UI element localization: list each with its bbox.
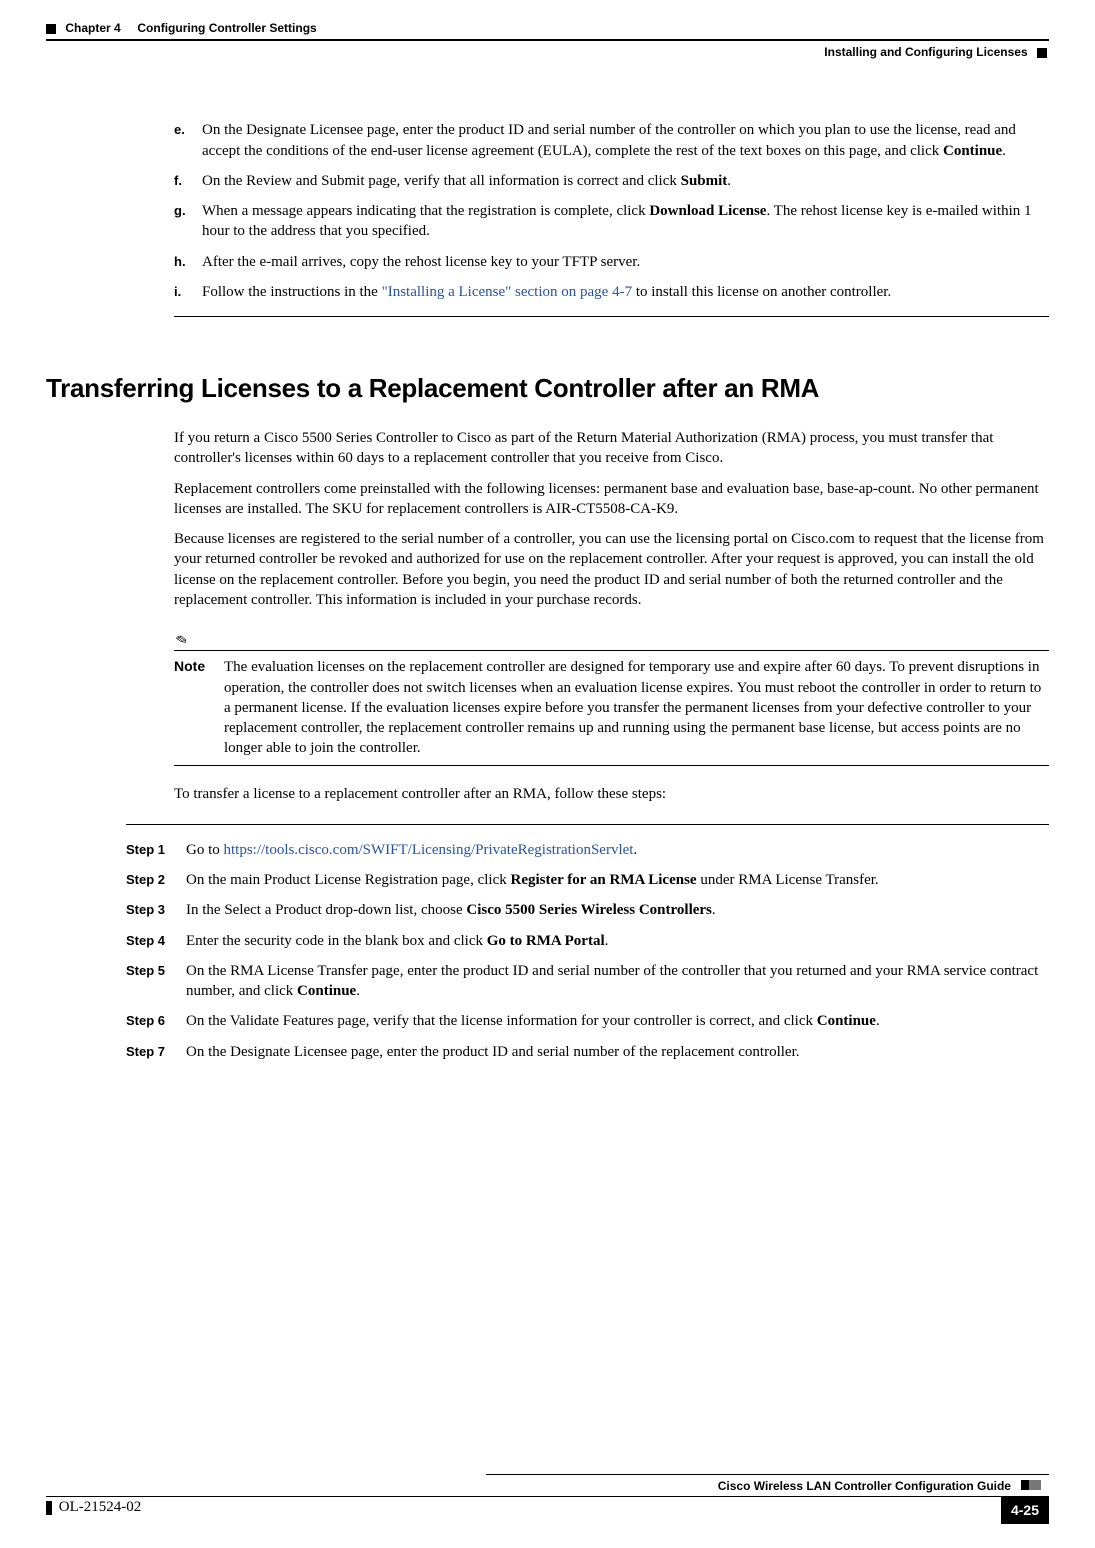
- step-label: Step 5: [126, 961, 186, 1002]
- substep-h: h. After the e-mail arrives, copy the re…: [174, 252, 1049, 272]
- header-subtitle: Installing and Configuring Licenses: [824, 45, 1027, 59]
- step-list: Step 1 Go to https://tools.cisco.com/SWI…: [126, 840, 1049, 1062]
- substep-label: i.: [174, 282, 202, 302]
- substep-text: On the Designate Licensee page, enter th…: [202, 120, 1049, 161]
- substep-label: g.: [174, 201, 202, 242]
- substep-text: On the Review and Submit page, verify th…: [202, 171, 1049, 191]
- step-text: On the main Product License Registration…: [186, 870, 1049, 890]
- substep-label: e.: [174, 120, 202, 161]
- note-block: ✎ Note The evaluation licenses on the re…: [174, 628, 1049, 766]
- body-paragraph: Because licenses are registered to the s…: [174, 529, 1049, 610]
- step-text: Go to https://tools.cisco.com/SWIFT/Lice…: [186, 840, 1049, 860]
- substep-list: e. On the Designate Licensee page, enter…: [174, 120, 1049, 302]
- substep-f: f. On the Review and Submit page, verify…: [174, 171, 1049, 191]
- section-body: If you return a Cisco 5500 Series Contro…: [174, 428, 1049, 610]
- external-link[interactable]: https://tools.cisco.com/SWIFT/Licensing/…: [224, 842, 634, 858]
- footer-guide-title: Cisco Wireless LAN Controller Configurat…: [718, 1479, 1011, 1493]
- step-text: In the Select a Product drop-down list, …: [186, 900, 1049, 920]
- step-1: Step 1 Go to https://tools.cisco.com/SWI…: [126, 840, 1049, 860]
- substep-g: g. When a message appears indicating tha…: [174, 201, 1049, 242]
- substep-end-rule: [174, 316, 1049, 317]
- step-label: Step 2: [126, 870, 186, 890]
- step-6: Step 6 On the Validate Features page, ve…: [126, 1011, 1049, 1031]
- substep-text: After the e-mail arrives, copy the rehos…: [202, 252, 1049, 272]
- step-2: Step 2 On the main Product License Regis…: [126, 870, 1049, 890]
- cross-reference-link[interactable]: "Installing a License" section on page 4…: [382, 284, 633, 300]
- footer-marker-icon: [1021, 1479, 1041, 1493]
- body-paragraph: If you return a Cisco 5500 Series Contro…: [174, 428, 1049, 469]
- note-label: Note: [174, 657, 224, 758]
- steps-top-rule: [126, 824, 1049, 825]
- step-label: Step 6: [126, 1011, 186, 1031]
- step-label: Step 4: [126, 931, 186, 951]
- step-3: Step 3 In the Select a Product drop-down…: [126, 900, 1049, 920]
- chapter-number: Chapter 4: [65, 21, 120, 35]
- page-footer: Cisco Wireless LAN Controller Configurat…: [46, 1474, 1049, 1524]
- substep-label: h.: [174, 252, 202, 272]
- steps-intro: To transfer a license to a replacement c…: [174, 784, 1049, 804]
- note-icon: ✎: [171, 633, 191, 648]
- step-4: Step 4 Enter the security code in the bl…: [126, 931, 1049, 951]
- page-number: 4-25: [1001, 1497, 1049, 1524]
- step-text: On the Designate Licensee page, enter th…: [186, 1042, 1049, 1062]
- substep-text: When a message appears indicating that t…: [202, 201, 1049, 242]
- header-marker-icon: [46, 24, 56, 34]
- footer-bar-icon: [46, 1501, 52, 1515]
- page-header: Chapter 4 Configuring Controller Setting…: [46, 20, 1049, 39]
- footer-doc-number: OL-21524-02: [59, 1499, 142, 1515]
- header-rule: [46, 39, 1049, 41]
- step-label: Step 1: [126, 840, 186, 860]
- step-7: Step 7 On the Designate Licensee page, e…: [126, 1042, 1049, 1062]
- section-heading: Transferring Licenses to a Replacement C…: [46, 371, 1049, 406]
- substep-text: Follow the instructions in the "Installi…: [202, 282, 1049, 302]
- step-text: Enter the security code in the blank box…: [186, 931, 1049, 951]
- step-5: Step 5 On the RMA License Transfer page,…: [126, 961, 1049, 1002]
- step-text: On the Validate Features page, verify th…: [186, 1011, 1049, 1031]
- body-paragraph: Replacement controllers come preinstalle…: [174, 479, 1049, 520]
- note-text: The evaluation licenses on the replaceme…: [224, 657, 1049, 758]
- substep-label: f.: [174, 171, 202, 191]
- note-bottom-rule: [174, 765, 1049, 766]
- step-label: Step 3: [126, 900, 186, 920]
- substep-i: i. Follow the instructions in the "Insta…: [174, 282, 1049, 302]
- step-text: On the RMA License Transfer page, enter …: [186, 961, 1049, 1002]
- step-label: Step 7: [126, 1042, 186, 1062]
- substep-e: e. On the Designate Licensee page, enter…: [174, 120, 1049, 161]
- header-marker-icon: [1037, 48, 1047, 58]
- chapter-title: Configuring Controller Settings: [137, 21, 316, 35]
